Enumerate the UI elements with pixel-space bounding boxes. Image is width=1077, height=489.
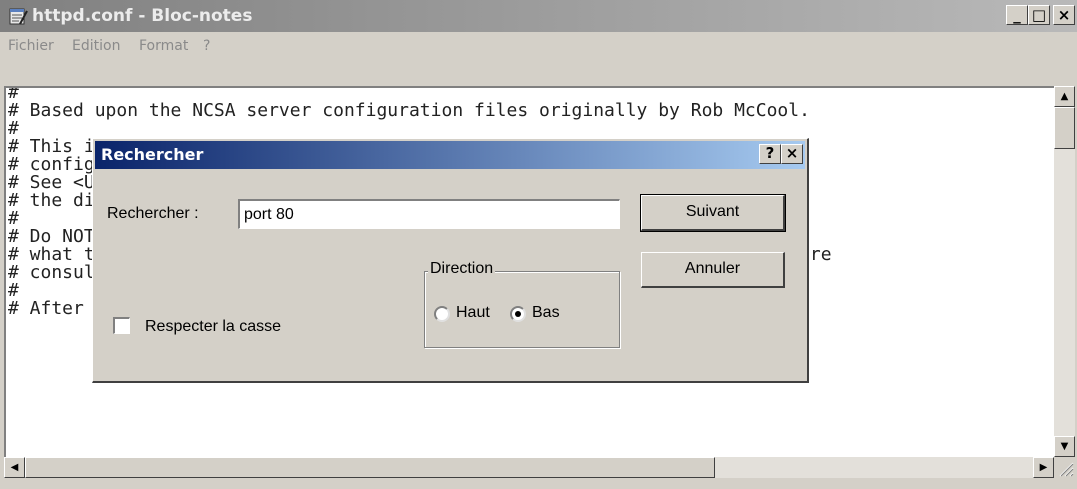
- arrow-left-icon[interactable]: ◀: [4, 457, 25, 478]
- arrow-up-icon[interactable]: ▲: [1054, 86, 1075, 107]
- menu-fichier[interactable]: Fichier: [8, 38, 54, 54]
- resize-grip-icon[interactable]: [1054, 457, 1075, 478]
- match-case-label: Respecter la casse: [145, 318, 282, 335]
- direction-down-radio[interactable]: [510, 306, 526, 322]
- dialog-title-bar[interactable]: Rechercher ? ×: [95, 141, 805, 169]
- arrow-right-icon[interactable]: ▶: [1033, 457, 1054, 478]
- menu-help[interactable]: ?: [203, 38, 210, 54]
- vertical-scroll-thumb[interactable]: [1054, 107, 1075, 149]
- close-icon: ×: [785, 144, 799, 162]
- dialog-close-button[interactable]: ×: [781, 144, 803, 164]
- find-dialog: Rechercher ? × Rechercher : port 80 Suiv…: [92, 138, 809, 383]
- help-button[interactable]: ?: [759, 144, 781, 164]
- direction-label: Direction: [428, 260, 496, 278]
- search-input[interactable]: port 80: [238, 199, 620, 229]
- maximize-button[interactable]: □: [1028, 5, 1050, 25]
- direction-up-label: Haut: [456, 304, 490, 321]
- horizontal-scroll-thumb[interactable]: [25, 457, 715, 478]
- window-title: httpd.conf - Bloc-notes: [32, 6, 253, 26]
- minimize-button[interactable]: _: [1006, 5, 1028, 25]
- arrow-down-icon[interactable]: ▼: [1054, 436, 1075, 457]
- match-case-checkbox[interactable]: [113, 317, 130, 334]
- next-button[interactable]: Suivant: [640, 194, 786, 232]
- horizontal-scrollbar[interactable]: ◀ ▶: [4, 457, 1054, 478]
- title-bar[interactable]: httpd.conf - Bloc-notes _ □ ×: [0, 0, 1077, 32]
- maximize-icon: □: [1031, 6, 1047, 24]
- notepad-window: httpd.conf - Bloc-notes _ □ × Fichier Ed…: [0, 0, 1077, 489]
- menu-bar: Fichier Edition Format ?: [0, 32, 1077, 58]
- close-button[interactable]: ×: [1053, 5, 1075, 25]
- cancel-button[interactable]: Annuler: [641, 252, 785, 288]
- vertical-scrollbar[interactable]: ▲ ▼: [1054, 86, 1075, 457]
- direction-up-radio[interactable]: [434, 306, 450, 322]
- minimize-icon: _: [1013, 6, 1021, 24]
- menu-edition[interactable]: Edition: [72, 38, 120, 54]
- notepad-icon: [9, 8, 28, 25]
- close-icon: ×: [1057, 6, 1071, 24]
- dialog-title: Rechercher: [101, 145, 204, 164]
- menu-format[interactable]: Format: [139, 38, 188, 54]
- radio-selected-dot: [515, 311, 521, 317]
- direction-down-label: Bas: [532, 304, 560, 321]
- help-icon: ?: [765, 144, 775, 162]
- find-label: Rechercher :: [107, 205, 199, 222]
